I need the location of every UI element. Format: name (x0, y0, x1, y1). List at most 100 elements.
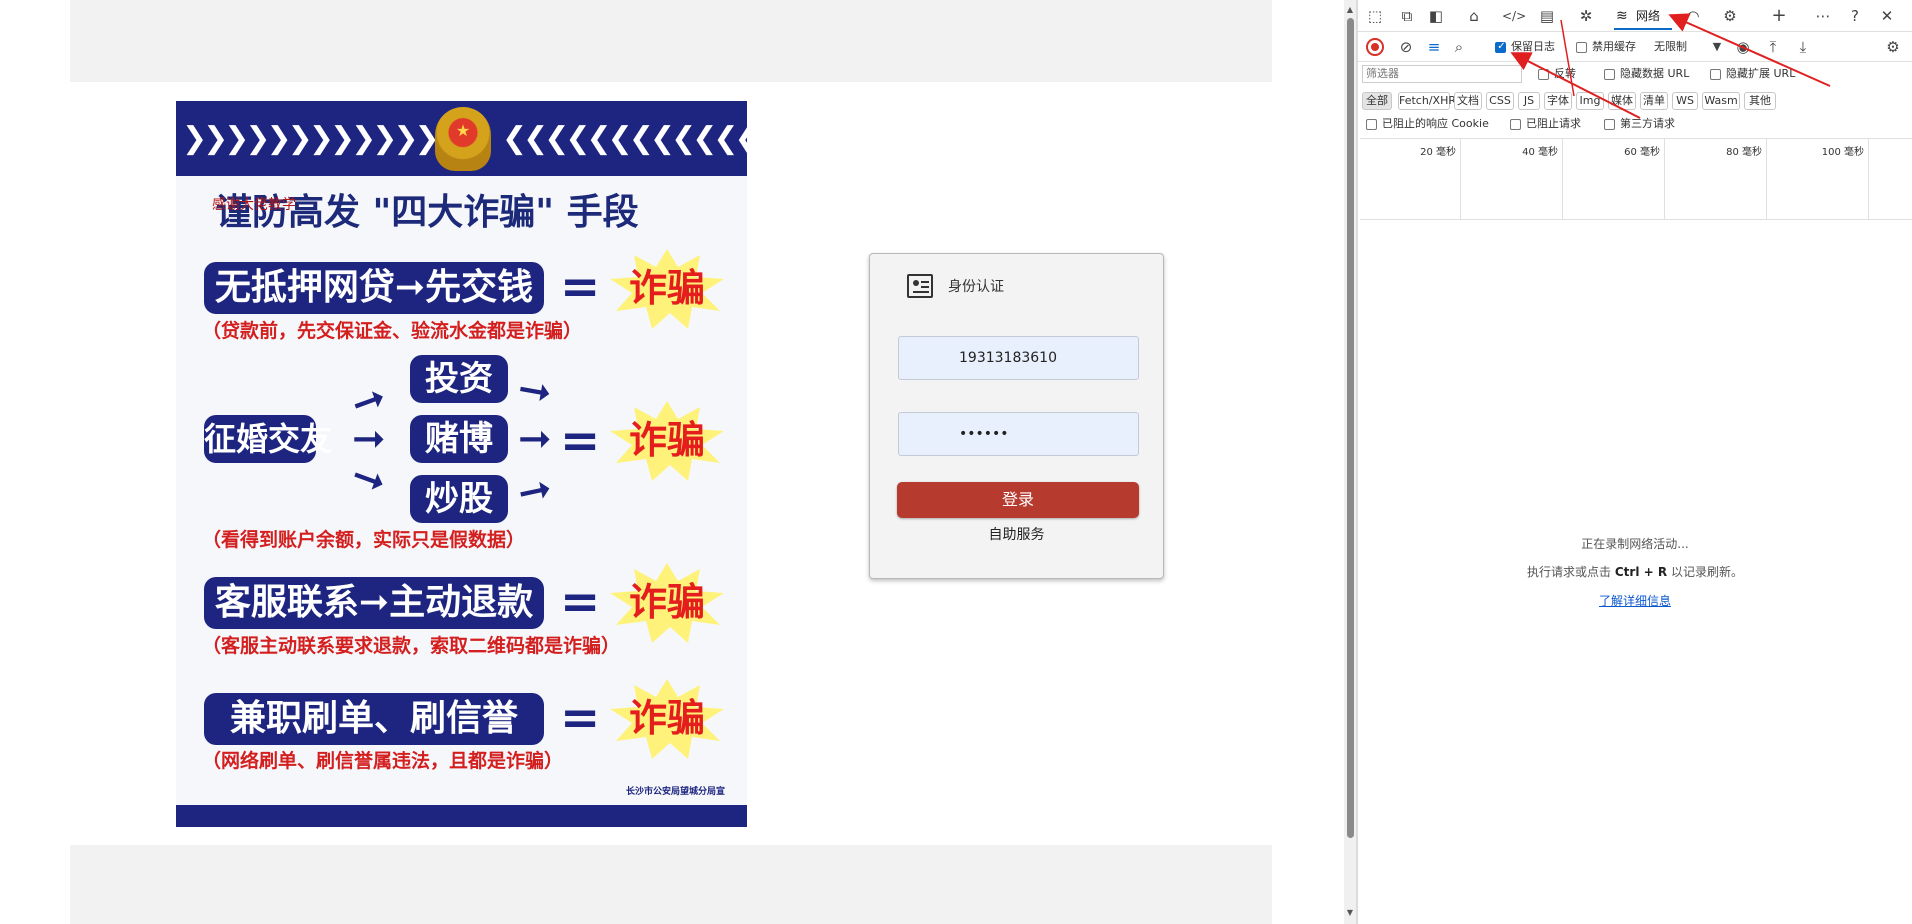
performance-icon[interactable]: ◠ (1682, 5, 1704, 27)
type-filter-img[interactable]: Img (1576, 92, 1604, 110)
third-party-checkbox[interactable] (1604, 119, 1615, 130)
hide-extension-urls-label: 隐藏扩展 URL (1726, 67, 1796, 80)
disable-cache-label: 禁用缓存 (1592, 40, 1636, 53)
type-filter-ws[interactable]: WS (1672, 92, 1698, 110)
chevron-decoration-right: ❮❮❮❮❮❮❮❮❮❮❮❮❮❮❮ (502, 121, 747, 156)
filter-row: 反转 隐藏数据 URL 隐藏扩展 URL (1358, 62, 1912, 86)
chevron-down-icon[interactable]: ▼ (1706, 36, 1728, 58)
login-button[interactable]: 登录 (897, 482, 1139, 518)
invert-label: 反转 (1554, 67, 1576, 80)
arrow-right-icon: ➞ (518, 416, 552, 462)
filter-icon[interactable]: ≡ (1423, 36, 1445, 58)
add-tool-icon[interactable]: + (1768, 5, 1790, 27)
settings-gear-icon[interactable]: ⚙ (1719, 5, 1741, 27)
preserve-log-label: 保留日志 (1511, 40, 1555, 53)
type-filter-fetch-xhr[interactable]: Fetch/XHR (1398, 92, 1456, 110)
scam-2-item: 投资 (410, 355, 508, 403)
timeline-column: 100 毫秒 (1767, 139, 1869, 219)
type-filter-manifest[interactable]: 清单 (1640, 92, 1668, 110)
scam-4-note: （网络刷单、刷信誉属违法，且都是诈骗） (202, 750, 564, 772)
import-har-icon[interactable]: ⤒ (1762, 36, 1784, 58)
learn-more-link[interactable]: 了解详细信息 (1358, 592, 1912, 609)
arrow-right-icon: ➞ (513, 465, 556, 517)
scam-4-label: 兼职刷单、刷信誉 (204, 693, 544, 745)
fraud-word: 诈骗 (628, 266, 705, 310)
arrow-right-icon: ➞ (514, 365, 556, 417)
timeline-label: 20 毫秒 (1420, 147, 1456, 158)
timeline-label: 60 毫秒 (1624, 147, 1660, 158)
type-filter-all[interactable]: 全部 (1362, 92, 1392, 110)
tab-network-label: 网络 (1636, 9, 1661, 23)
help-icon[interactable]: ? (1844, 5, 1866, 27)
close-icon[interactable]: ✕ (1876, 5, 1898, 27)
chevron-decoration-left: ❯❯❯❯❯❯❯❯❯❯❯❯❯❯ (182, 121, 482, 156)
refresh-hint-prefix: 执行请求或点击 (1527, 565, 1612, 579)
devtools-panel: ⬚ ⧉ ◧ ⌂ </> ▤ ✲ ≋ 网络 ◠ ⚙ + ⋯ ? ✕ ⊘ ≡ ⌕ 保… (1358, 0, 1912, 924)
type-filter-js[interactable]: JS (1518, 92, 1540, 110)
page-footer-band (70, 845, 1272, 924)
equals-sign: = (560, 413, 601, 469)
search-icon[interactable]: ⌕ (1448, 36, 1470, 58)
equals-sign: = (560, 259, 601, 315)
page-scrollbar[interactable]: ▲ ▼ (1344, 0, 1356, 924)
username-input[interactable] (898, 336, 1139, 380)
poster-header: ❯❯❯❯❯❯❯❯❯❯❯❯❯❯ ★ ❮❮❮❮❮❮❮❮❮❮❮❮❮❮❮ (176, 101, 747, 176)
record-icon[interactable] (1366, 38, 1384, 56)
password-input[interactable] (898, 412, 1139, 456)
blocked-cookies-checkbox[interactable] (1366, 119, 1377, 130)
disable-cache-checkbox[interactable] (1576, 42, 1587, 53)
timeline-label: 100 毫秒 (1821, 147, 1864, 158)
type-filter-wasm[interactable]: Wasm (1702, 92, 1740, 110)
invert-checkbox[interactable] (1538, 69, 1549, 80)
network-settings-icon[interactable]: ⚙ (1882, 36, 1904, 58)
type-filter-other[interactable]: 其他 (1744, 92, 1776, 110)
refresh-hint-suffix: 以记录刷新。 (1670, 565, 1743, 579)
equals-sign: = (560, 574, 601, 630)
inspect-element-icon[interactable]: ⬚ (1364, 5, 1386, 27)
login-card: 身份认证 登录 自助服务 (869, 253, 1164, 579)
timeline-column: 60 毫秒 (1563, 139, 1665, 219)
self-service-link[interactable]: 自助服务 (870, 526, 1163, 544)
dock-side-icon[interactable]: ◧ (1425, 5, 1447, 27)
export-har-icon[interactable]: ⤓ (1792, 36, 1814, 58)
filter-input[interactable] (1362, 65, 1522, 83)
blocked-requests-checkbox[interactable] (1510, 119, 1521, 130)
type-filter-doc[interactable]: 文档 (1454, 92, 1482, 110)
device-emulation-icon[interactable]: ⧉ (1396, 5, 1418, 27)
third-party-label: 第三方请求 (1620, 117, 1675, 130)
scam-3-label: 客服联系➞主动退款 (204, 577, 544, 629)
scam-2-note: （看得到账户余额，实际只是假数据） (202, 529, 526, 551)
devtools-tabbar: ⬚ ⧉ ◧ ⌂ </> ▤ ✲ ≋ 网络 ◠ ⚙ + ⋯ ? ✕ (1358, 0, 1912, 32)
hide-extension-urls-checkbox[interactable] (1710, 69, 1721, 80)
poster-footer-bar (176, 805, 747, 827)
scroll-down-icon[interactable]: ▼ (1344, 908, 1356, 918)
resource-type-filters: 全部 Fetch/XHR 文档 CSS JS 字体 Img 媒体 清单 WS W… (1358, 88, 1912, 114)
network-conditions-icon[interactable]: ◉ (1732, 36, 1754, 58)
scroll-up-icon[interactable]: ▲ (1344, 5, 1356, 15)
more-tools-icon[interactable]: ⋯ (1812, 5, 1834, 27)
hide-data-urls-checkbox[interactable] (1604, 69, 1615, 80)
type-filter-media[interactable]: 媒体 (1608, 92, 1636, 110)
scrollbar-thumb[interactable] (1347, 18, 1354, 838)
network-overview-timeline[interactable]: 20 毫秒 40 毫秒 60 毫秒 80 毫秒 100 毫秒 (1360, 138, 1912, 220)
throttling-select[interactable]: 无限制 (1654, 40, 1687, 54)
blocked-cookies-label: 已阻止的响应 Cookie (1382, 117, 1489, 130)
fraud-word: 诈骗 (628, 580, 705, 624)
type-filter-css[interactable]: CSS (1486, 92, 1514, 110)
console-icon[interactable]: ▤ (1536, 5, 1558, 27)
scam-1-label: 无抵押网贷➞先交钱 (204, 262, 544, 314)
elements-code-icon[interactable]: </> (1502, 5, 1526, 27)
arrow-right-icon: ➞ (352, 416, 386, 462)
sources-bug-icon[interactable]: ✲ (1575, 5, 1597, 27)
login-title: 身份认证 (948, 279, 1004, 295)
clear-icon[interactable]: ⊘ (1395, 36, 1417, 58)
fraud-burst: 诈骗 (608, 249, 726, 329)
tab-network[interactable]: ≋ 网络 (1614, 4, 1672, 30)
overlay-caption: 感谢大佬教学 (212, 197, 296, 213)
welcome-home-icon[interactable]: ⌂ (1463, 5, 1485, 27)
preserve-log-checkbox[interactable] (1495, 40, 1507, 54)
timeline-column: 40 毫秒 (1461, 139, 1563, 219)
browser-page: ❯❯❯❯❯❯❯❯❯❯❯❯❯❯ ★ ❮❮❮❮❮❮❮❮❮❮❮❮❮❮❮ 谨防高发 "四… (0, 0, 1344, 924)
police-emblem-icon: ★ (435, 107, 491, 171)
type-filter-font[interactable]: 字体 (1544, 92, 1572, 110)
